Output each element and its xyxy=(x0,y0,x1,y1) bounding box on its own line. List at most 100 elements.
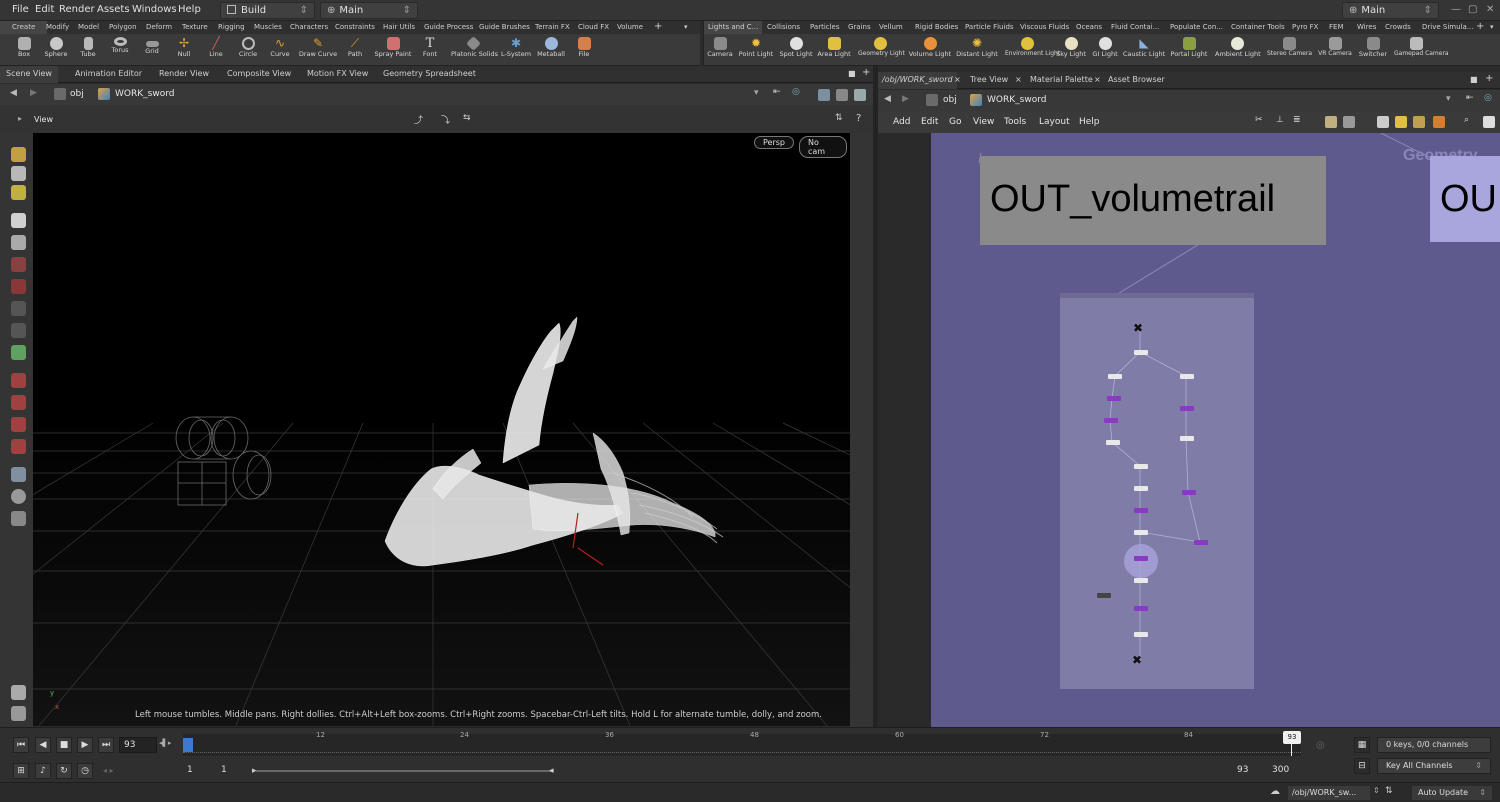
shelf-tab-wires[interactable]: Wires xyxy=(1357,23,1376,31)
range-handle-right[interactable]: ◂ xyxy=(549,766,554,776)
shelf-tab-modify[interactable]: Modify xyxy=(46,23,69,31)
back-arrow-icon[interactable]: ◀ xyxy=(10,88,17,98)
link-icon-right[interactable]: ◎ xyxy=(1484,93,1492,103)
grid-view-icon[interactable] xyxy=(1325,116,1337,128)
network-box-icon[interactable] xyxy=(1413,116,1425,128)
snap-tool-icon[interactable] xyxy=(11,323,26,338)
network-menu-edit[interactable]: Edit xyxy=(921,117,938,127)
network-node[interactable] xyxy=(1180,374,1194,379)
move-tool-icon[interactable] xyxy=(11,166,26,181)
shelf-tab-drive-simulation[interactable]: Drive Simula... xyxy=(1422,23,1473,31)
key-icon[interactable] xyxy=(1304,761,1328,783)
network-node[interactable] xyxy=(1134,606,1148,611)
pointer-tool-icon[interactable] xyxy=(11,213,26,228)
teapot-tool-icon[interactable] xyxy=(11,511,26,526)
search-icon[interactable]: ⌕ xyxy=(1464,115,1469,125)
network-node[interactable] xyxy=(1134,508,1148,513)
menu-render[interactable]: Render xyxy=(59,4,95,15)
path-node[interactable]: WORK_sword xyxy=(115,89,174,99)
right-main-dropdown[interactable]: ⊕ Main ⇕ xyxy=(1342,2,1439,19)
step-keys-icon[interactable]: ◂▌▸ xyxy=(159,739,171,747)
audio-icon[interactable]: ◎ xyxy=(1316,740,1325,751)
settings-icon[interactable] xyxy=(1483,116,1495,128)
tree-icon[interactable]: ⊥ xyxy=(1276,115,1284,125)
shelf-tab-viscous-fluids[interactable]: Viscous Fluids xyxy=(1020,23,1069,31)
handle-tool-icon[interactable] xyxy=(11,257,26,272)
play-reverse-icon[interactable]: ◀ xyxy=(35,737,51,753)
tab-render-view[interactable]: Render View xyxy=(159,69,209,78)
updown-icon[interactable]: ⇕ xyxy=(1373,786,1380,795)
view-menu-arrow-icon[interactable]: ▸ xyxy=(18,114,22,123)
network-menu-layout[interactable]: Layout xyxy=(1039,117,1070,127)
range-handle-left[interactable]: ▸ xyxy=(252,766,257,776)
select-tool-icon[interactable] xyxy=(11,147,26,162)
add-shelf-icon[interactable]: + xyxy=(654,21,662,32)
shelf-tab-polygon[interactable]: Polygon xyxy=(109,23,137,31)
prev-key-icon[interactable]: ◂ ▸ xyxy=(103,766,114,775)
tab-network-editor[interactable]: /obj/WORK_sword xyxy=(878,72,957,89)
sticky-note-out-volumetrail[interactable]: OUT_volumetrail xyxy=(980,156,1326,245)
tool-point-light[interactable]: ✹ Point Light xyxy=(739,36,773,66)
shelf-tab-volume[interactable]: Volume xyxy=(617,23,643,31)
shelf-menu-icon[interactable]: ▾ xyxy=(684,23,688,31)
current-frame-field[interactable]: 93 xyxy=(119,737,157,753)
network-node-selected[interactable] xyxy=(1134,556,1148,561)
shelf-tab-rigid-bodies[interactable]: Rigid Bodies xyxy=(915,23,958,31)
forward-arrow-icon-right[interactable]: ▶ xyxy=(902,94,909,104)
realtime-icon[interactable]: ◷ xyxy=(77,763,93,779)
network-node[interactable] xyxy=(1134,632,1148,637)
back-arrow-icon-right[interactable]: ◀ xyxy=(884,94,891,104)
stop-icon[interactable]: ■ xyxy=(56,737,72,753)
network-node-bypassed[interactable] xyxy=(1097,593,1111,598)
menu-edit[interactable]: Edit xyxy=(35,4,54,15)
add-shelf-icon[interactable]: + xyxy=(1476,21,1484,32)
menu-file[interactable]: File xyxy=(12,4,29,15)
tool-switcher[interactable]: Switcher xyxy=(1357,36,1389,66)
network-node[interactable] xyxy=(1134,350,1148,355)
jump-end-icon[interactable]: ⏭ xyxy=(98,737,114,753)
tab-tree-view[interactable]: Tree View xyxy=(970,75,1008,84)
network-box[interactable]: ✖ ✖ xyxy=(1060,293,1254,689)
pose-tool-icon[interactable] xyxy=(11,279,26,294)
lock-tool-icon[interactable] xyxy=(11,235,26,250)
shelf-tab-fem[interactable]: FEM xyxy=(1329,23,1344,31)
add-tab-icon-right[interactable]: + xyxy=(1485,73,1493,84)
view-tool-icon[interactable] xyxy=(11,301,26,316)
grid-snap-icon[interactable] xyxy=(11,395,26,410)
jump-start-icon[interactable]: ⏮ xyxy=(13,737,29,753)
range-end-field-2[interactable]: 300 xyxy=(1268,763,1304,779)
network-editor[interactable]: Geometry OUT_volumetrail OU ✖ ✖ xyxy=(931,133,1500,727)
range-start-field-2[interactable]: 1 xyxy=(217,763,249,779)
tab-composite-view[interactable]: Composite View xyxy=(227,69,291,78)
shelf-tab-model[interactable]: Model xyxy=(78,23,99,31)
tab-close-icon-2[interactable]: × xyxy=(1015,75,1022,84)
audio-toggle-icon[interactable]: ♪ xyxy=(35,763,51,779)
table-view-icon[interactable] xyxy=(1343,116,1355,128)
range-start-field[interactable]: 1 xyxy=(183,763,215,779)
shelf-tab-terrain-fx[interactable]: Terrain FX xyxy=(535,23,570,31)
viewport-layout-icon[interactable] xyxy=(836,89,848,101)
minimize-icon[interactable]: — xyxy=(1451,4,1461,15)
network-node[interactable] xyxy=(1134,578,1148,583)
network-node[interactable] xyxy=(1134,464,1148,469)
link-icon[interactable]: ◎ xyxy=(792,87,800,97)
tool-draw-curve[interactable]: ✎ Draw Curve xyxy=(299,36,337,66)
3d-viewport[interactable]: Persp No cam y x Left mouse tumbles. Mid… xyxy=(33,133,850,726)
tool-platonic-solids[interactable]: Platonic Solids xyxy=(451,36,498,66)
output-node-icon[interactable]: ✖ xyxy=(1132,653,1142,667)
key-channels-icon[interactable]: ⊟ xyxy=(1354,758,1370,774)
network-menu-view[interactable]: View xyxy=(973,117,994,127)
shelf-tab-guide-brushes[interactable]: Guide Brushes xyxy=(479,23,530,31)
shelf-tab-pyro-fx[interactable]: Pyro FX xyxy=(1292,23,1318,31)
shelf-tab-constraints[interactable]: Constraints xyxy=(335,23,375,31)
sticky-note-icon[interactable] xyxy=(1395,116,1407,128)
shelf-tab-cloud-fx[interactable]: Cloud FX xyxy=(578,23,609,31)
playhead-frame-marker[interactable]: 93 xyxy=(1283,731,1301,744)
shelf-tab-muscles[interactable]: Muscles xyxy=(254,23,282,31)
tool-spray-paint[interactable]: Spray Paint xyxy=(375,36,411,66)
network-node[interactable] xyxy=(1134,530,1148,535)
shelf-tab-deform[interactable]: Deform xyxy=(146,23,172,31)
camera-tool-icon[interactable] xyxy=(11,467,26,482)
network-node[interactable] xyxy=(1107,396,1121,401)
range-slider[interactable] xyxy=(256,770,554,772)
